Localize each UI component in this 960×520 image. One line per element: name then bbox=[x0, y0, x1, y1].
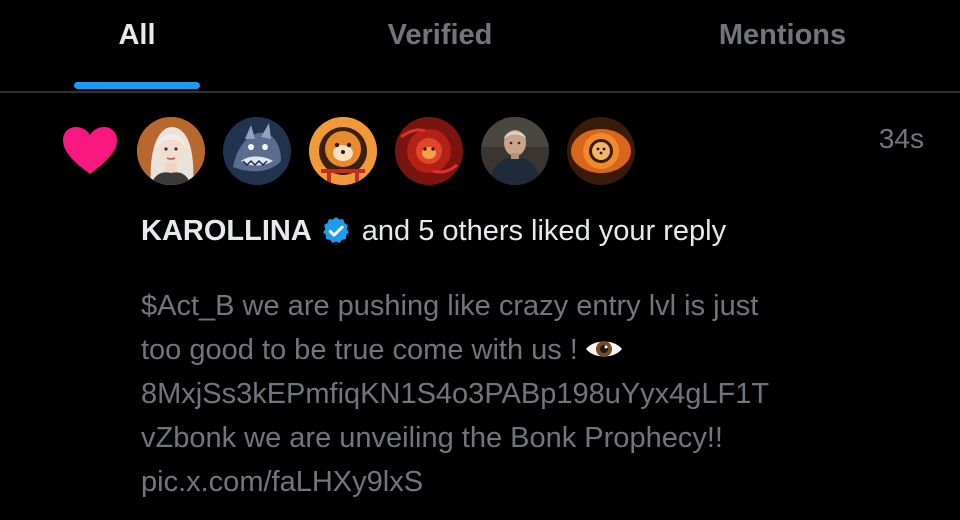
avatar-2[interactable] bbox=[223, 117, 291, 185]
notification-action-text: and 5 others liked your reply bbox=[361, 215, 727, 247]
tab-all-label: All bbox=[118, 19, 156, 51]
tab-verified-label: Verified bbox=[387, 19, 493, 51]
reply-text-line: $Act_B we are pushing like crazy entry l… bbox=[141, 290, 759, 322]
tab-mentions-label: Mentions bbox=[718, 19, 847, 51]
notification-timestamp: 34s bbox=[878, 123, 924, 154]
actor-name-link[interactable]: KAROLLINA bbox=[141, 211, 312, 251]
notification-headline: KAROLLINA and 5 others liked your reply bbox=[141, 211, 726, 251]
avatar-3[interactable] bbox=[309, 117, 377, 185]
reply-text[interactable]: $Act_B we are pushing like crazy entry l… bbox=[141, 284, 841, 504]
avatar-5[interactable] bbox=[481, 117, 549, 185]
active-tab-indicator bbox=[74, 82, 200, 89]
avatar-karollina[interactable] bbox=[137, 117, 205, 185]
reply-text-line: too good to be true come with us ! bbox=[141, 328, 841, 372]
verified-badge-icon bbox=[322, 217, 349, 243]
eye-emoji-icon bbox=[585, 341, 622, 357]
heart-icon bbox=[63, 127, 117, 174]
reply-text-line: vZbonk we are unveiling the Bonk Prophec… bbox=[141, 422, 723, 454]
tab-verified[interactable]: Verified bbox=[360, 0, 520, 90]
tabs-divider bbox=[0, 91, 960, 93]
avatar-6[interactable] bbox=[567, 117, 635, 185]
avatar-4[interactable] bbox=[395, 117, 463, 185]
notifications-page: All Verified Mentions 34s KAROLLINA and … bbox=[0, 0, 960, 520]
reply-text-segment: too good to be true come with us ! bbox=[141, 334, 578, 366]
reply-text-line: 8MxjSs3kEPmfiqKN1S4o3PABp198uYyx4gLF1T bbox=[141, 378, 770, 410]
tab-all[interactable]: All bbox=[72, 0, 202, 90]
tab-mentions[interactable]: Mentions bbox=[690, 0, 875, 90]
notification-tabs: All Verified Mentions bbox=[0, 0, 960, 93]
reply-media-link[interactable]: pic.x.com/faLHXy9lxS bbox=[141, 460, 841, 504]
